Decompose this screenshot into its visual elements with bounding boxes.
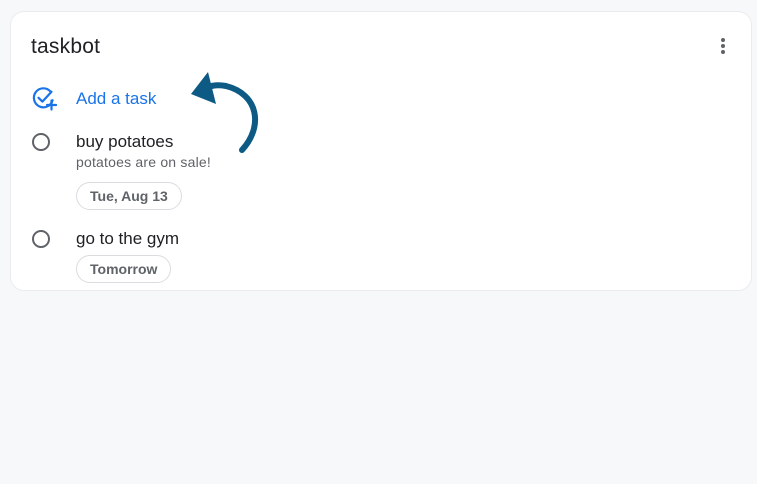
task-complete-checkbox[interactable] — [32, 230, 50, 248]
task-list-card: taskbot Add a task buy potatoes potatoes… — [10, 11, 752, 291]
add-task-button[interactable]: Add a task — [31, 85, 201, 111]
add-task-icon — [32, 87, 57, 111]
task-title[interactable]: go to the gym — [76, 229, 179, 249]
task-item: buy potatoes potatoes are on sale! Tue, … — [31, 130, 731, 220]
due-date-chip[interactable]: Tue, Aug 13 — [76, 182, 182, 210]
task-item: go to the gym Tomorrow — [31, 227, 731, 287]
due-date-chip[interactable]: Tomorrow — [76, 255, 172, 283]
list-title: taskbot — [31, 35, 101, 58]
task-title[interactable]: buy potatoes — [76, 132, 173, 152]
task-note[interactable]: potatoes are on sale! — [76, 154, 211, 170]
more-vert-icon — [721, 38, 725, 54]
more-options-button[interactable] — [711, 34, 735, 58]
task-complete-checkbox[interactable] — [32, 133, 50, 151]
add-task-label: Add a task — [76, 89, 157, 108]
